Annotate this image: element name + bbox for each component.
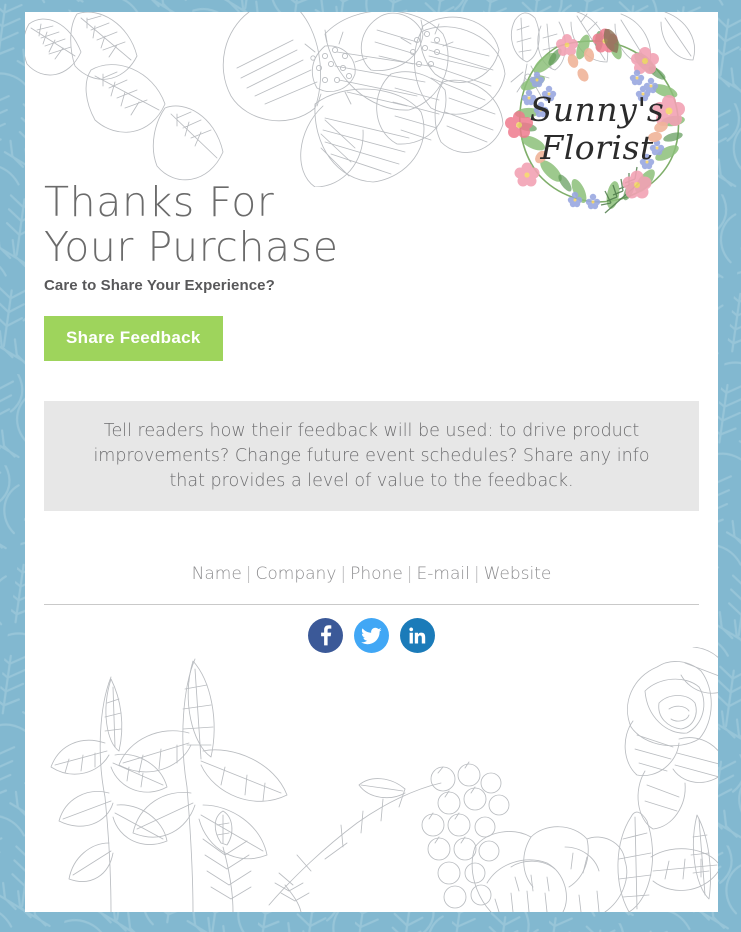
feedback-message-text: Tell readers how their feedback will be … <box>93 420 650 491</box>
footer-links-row: Name | Company | Phone | E-mail | Website <box>25 564 718 584</box>
footer-link-separator: | <box>245 564 252 584</box>
linkedin-icon[interactable] <box>400 618 435 653</box>
footer-link-e-mail[interactable]: E-mail <box>417 564 470 584</box>
footer-link-separator: | <box>406 564 413 584</box>
footer-link-separator: | <box>340 564 347 584</box>
footer-link-phone[interactable]: Phone <box>350 564 403 584</box>
footer-link-company[interactable]: Company <box>256 564 337 584</box>
social-icons-row <box>25 618 718 653</box>
email-card: Thanks For Your Purchase Care to Share Y… <box>25 12 718 912</box>
email-content: Thanks For Your Purchase Care to Share Y… <box>25 12 718 912</box>
facebook-icon[interactable] <box>308 618 343 653</box>
hero-text-block: Thanks For Your Purchase Care to Share Y… <box>44 180 339 361</box>
footer-link-name[interactable]: Name <box>192 564 242 584</box>
share-feedback-button[interactable]: Share Feedback <box>44 316 223 361</box>
page-title: Thanks For Your Purchase <box>44 178 339 271</box>
svg-text:Florist: Florist <box>539 128 654 167</box>
footer-link-separator: | <box>473 564 480 584</box>
hero-subtitle: Care to Share Your Experience? <box>44 277 275 294</box>
footer-divider <box>44 604 699 605</box>
svg-text:Sunny's: Sunny's <box>530 90 665 129</box>
sunnys-florist-logo: Sunny's Florist <box>497 17 702 222</box>
twitter-icon[interactable] <box>354 618 389 653</box>
feedback-message-box: Tell readers how their feedback will be … <box>44 401 699 511</box>
footer-link-website[interactable]: Website <box>484 564 552 584</box>
